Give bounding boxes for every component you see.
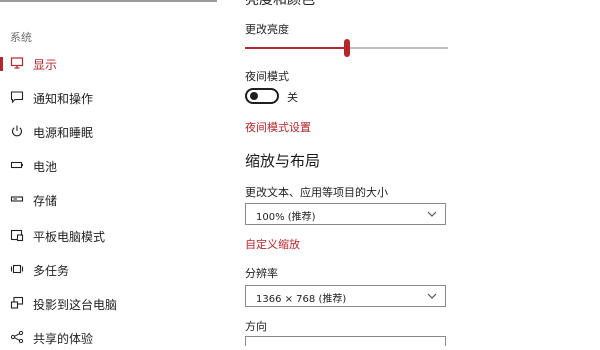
text-size-dropdown[interactable]: 100% (推荐) [245,203,446,225]
night-mode-state: 关 [287,91,298,104]
power-icon [10,124,24,138]
scale-layout-title: 缩放与布局 [245,152,321,170]
sidebar-item-label: 电池 [33,160,58,174]
message-icon [10,90,24,104]
sidebar-section-label: 系统 [10,31,32,44]
settings-content: 亮度和颜色 更改亮度 夜间模式 关 夜间模式设置 缩放与布局 更改文本、应用等项… [245,0,600,346]
slider-thumb[interactable] [344,39,350,57]
night-mode-settings-link[interactable]: 夜间模式设置 [245,119,311,135]
sidebar-item-battery[interactable]: 电池 [0,154,220,178]
sidebar-item-display[interactable]: 显示 [0,52,220,76]
night-mode-toggle[interactable] [245,88,279,104]
text-size-value: 100% (推荐) [256,212,316,223]
brightness-slider[interactable] [245,38,448,58]
resolution-value: 1366 × 768 (推荐) [256,294,347,305]
orientation-dropdown[interactable] [245,336,446,346]
brightness-label: 更改亮度 [245,23,289,36]
battery-icon [10,158,24,172]
text-size-label: 更改文本、应用等项目的大小 [245,186,388,199]
toggle-knob [250,92,258,100]
sidebar-item-notifications[interactable]: 通知和操作 [0,86,220,110]
sidebar-item-label: 通知和操作 [33,92,94,106]
monitor-icon [10,56,24,70]
project-icon [10,296,24,310]
sidebar-item-label: 平板电脑模式 [33,230,106,244]
sidebar-item-shared-experiences[interactable]: 共享的体验 [0,326,220,350]
sidebar-item-label: 电源和睡眠 [33,126,94,140]
custom-scaling-link[interactable]: 自定义缩放 [245,236,300,252]
slider-fill [245,47,347,49]
multitask-icon [10,262,24,276]
sidebar-item-power-sleep[interactable]: 电源和睡眠 [0,120,220,144]
sidebar-item-tablet-mode[interactable]: 平板电脑模式 [0,224,220,248]
tablet-mode-icon [10,228,24,242]
sidebar-item-project-to-pc[interactable]: 投影到这台电脑 [0,292,220,316]
sidebar-item-multitasking[interactable]: 多任务 [0,258,220,282]
sidebar-item-label: 存储 [33,194,58,208]
chevron-down-icon [427,211,437,217]
resolution-dropdown[interactable]: 1366 × 768 (推荐) [245,285,446,307]
orientation-label: 方向 [245,320,267,333]
sidebar-item-storage[interactable]: 存储 [0,188,220,212]
chevron-down-icon [427,293,437,299]
sidebar: 系统 显示 通知和操作 电源和睡眠 电池 存储 平板电脑模式 多任务 投影到这台… [0,0,220,346]
night-mode-label: 夜间模式 [245,70,289,83]
sidebar-item-label: 多任务 [33,264,70,278]
resolution-label: 分辨率 [245,267,278,280]
active-indicator [0,57,3,71]
sidebar-item-label: 显示 [33,58,58,72]
search-box-edge[interactable] [0,0,217,2]
share-icon [10,330,24,344]
sidebar-item-label: 投影到这台电脑 [33,298,118,312]
storage-icon [10,192,24,206]
brightness-color-heading: 亮度和颜色 [245,0,315,8]
sidebar-item-label: 共享的体验 [33,332,94,346]
